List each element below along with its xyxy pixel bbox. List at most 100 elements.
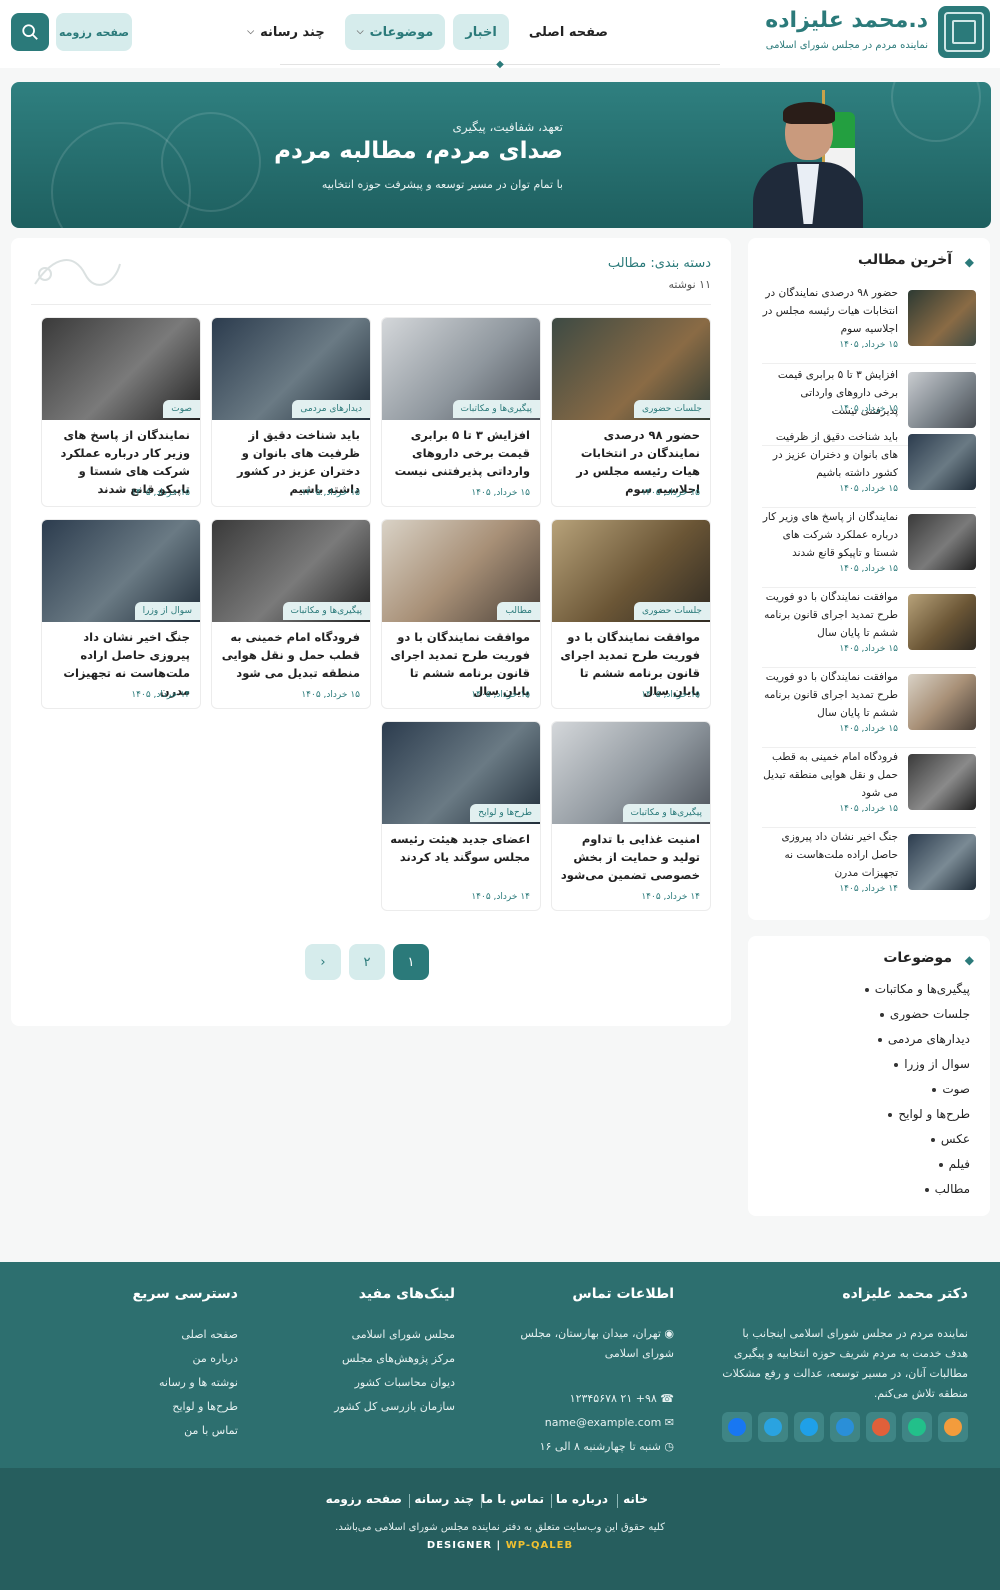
post-category-badge[interactable]: طرح‌ها و لوایح <box>470 804 540 822</box>
post-card[interactable]: سوال از وزرا جنگ اخیر نشان داد پیروزی حا… <box>41 519 201 709</box>
recent-post-thumbnail[interactable] <box>908 594 976 650</box>
recent-post-item[interactable]: فرودگاه امام خمینی به قطب حمل و نقل هوای… <box>762 748 976 828</box>
recent-post-thumbnail[interactable] <box>908 372 976 428</box>
footer-useful-link[interactable]: مرکز پژوهش‌های مجلس <box>342 1352 455 1365</box>
recent-post-title[interactable]: فرودگاه امام خمینی به قطب حمل و نقل هوای… <box>762 748 898 802</box>
footer-useful-link[interactable]: دیوان محاسبات کشور <box>355 1376 455 1389</box>
post-category-badge[interactable]: جلسات حضوری <box>633 400 710 418</box>
footer-phone[interactable]: ☎ ۹۸+ ۲۱ ۱۲۳۴۵۶۷۸ <box>570 1392 674 1405</box>
site-subtitle: نماینده مردم در مجلس شورای اسلامی <box>765 40 928 51</box>
recent-post-item[interactable]: نمایندگان از پاسخ های وزیر کار درباره عم… <box>762 508 976 588</box>
soroush-icon <box>836 1418 854 1436</box>
topic-link[interactable]: دیدارهای مردمی <box>878 1032 970 1046</box>
topic-link[interactable]: سوال از وزرا <box>894 1057 970 1071</box>
recent-post-thumbnail[interactable] <box>908 674 976 730</box>
post-category-badge[interactable]: سوال از وزرا <box>134 602 200 620</box>
floral-ornament-icon <box>34 259 121 286</box>
eitaa-icon <box>944 1418 962 1436</box>
post-category-badge[interactable]: دیدارهای مردمی <box>292 400 370 418</box>
footer-quick-link[interactable]: درباره من <box>193 1352 238 1365</box>
recent-post-item[interactable]: باید شناخت دقیق از ظرفیت های بانوان و دخ… <box>762 428 976 508</box>
social-telegram-button[interactable] <box>758 1412 788 1442</box>
social-igap-button[interactable] <box>794 1412 824 1442</box>
bottom-link-about[interactable]: درباره ما <box>556 1492 608 1506</box>
footer-quick-link[interactable]: نوشته ها و رسانه <box>159 1376 238 1389</box>
recent-post-thumbnail[interactable] <box>908 834 976 890</box>
diamond-ornament-icon: ◆ <box>964 953 974 967</box>
footer-about-title: دکتر محمد علیزاده <box>842 1286 968 1302</box>
bottom-link-resume[interactable]: صفحه رزومه <box>326 1492 402 1506</box>
topic-link[interactable]: طرح‌ها و لوایح <box>888 1107 970 1121</box>
footer-email[interactable]: ✉ name@example.com <box>545 1416 674 1429</box>
footer-useful-title: لینک‌های مفید <box>358 1286 455 1302</box>
footer-useful-link[interactable]: مجلس شورای اسلامی <box>352 1328 455 1341</box>
post-title[interactable]: امنیت غذایی با تداوم تولید و حمایت از بخ… <box>558 830 700 884</box>
post-card[interactable]: مطالب موافقت نمایندگان با دو فوریت طرح ت… <box>381 519 541 709</box>
bottom-link-contact[interactable]: تماس با ما <box>481 1492 544 1506</box>
resume-button[interactable]: صفحه رزومه <box>56 13 132 51</box>
search-button[interactable] <box>11 13 49 51</box>
designer-credit[interactable]: DESIGNER | WP-QALEB <box>0 1540 1000 1551</box>
recent-post-title[interactable]: جنگ اخیر نشان داد پیروزی حاصل اراده ملت‌… <box>762 828 899 882</box>
recent-post-thumbnail[interactable] <box>908 290 976 346</box>
post-title[interactable]: افزایش ۳ تا ۵ برابری قیمت برخی داروهای و… <box>388 426 530 480</box>
post-category-badge[interactable]: جلسات حضوری <box>633 602 710 620</box>
post-category-badge[interactable]: پیگیری‌ها و مکاتبات <box>282 602 370 620</box>
social-soroush-button[interactable] <box>830 1412 860 1442</box>
social-facebook-button[interactable] <box>722 1412 752 1442</box>
post-card[interactable]: طرح‌ها و لوایح اعضای جدید هیئت رئیسه مجل… <box>381 721 541 911</box>
post-card[interactable]: دیدارهای مردمی باید شناخت دقیق از ظرفیت … <box>211 317 371 507</box>
topic-link[interactable]: مطالب <box>925 1182 970 1196</box>
recent-post-item[interactable]: حضور ۹۸ درصدی نمایندگان در انتخابات هیات… <box>762 284 976 364</box>
nav-multimedia-label: چند رسانه <box>260 24 325 40</box>
post-card[interactable]: پیگیری‌ها و مکاتبات فرودگاه امام خمینی ب… <box>211 519 371 709</box>
recent-post-title[interactable]: موافقت نمایندگان با دو فوریت طرح تمدید ا… <box>762 588 898 642</box>
pagination-page-1[interactable]: ۱ <box>393 944 429 980</box>
post-card[interactable]: جلسات حضوری موافقت نمایندگان با دو فوریت… <box>551 519 711 709</box>
topic-link[interactable]: فیلم <box>939 1157 970 1171</box>
post-title[interactable]: فرودگاه امام خمینی به قطب حمل و نقل هوای… <box>218 628 360 682</box>
footer-quick-link[interactable]: صفحه اصلی <box>181 1328 238 1341</box>
recent-post-item[interactable]: موافقت نمایندگان با دو فوریت طرح تمدید ا… <box>762 588 976 668</box>
footer-quick-link[interactable]: طرح‌ها و لوایح <box>172 1400 238 1413</box>
recent-post-item[interactable]: جنگ اخیر نشان داد پیروزی حاصل اراده ملت‌… <box>762 828 976 908</box>
footer-useful-link[interactable]: سازمان بازرسی کل کشور <box>334 1400 455 1413</box>
footer-quick-link[interactable]: تماس با من <box>184 1424 238 1437</box>
topic-link[interactable]: جلسات حضوری <box>880 1007 970 1021</box>
recent-post-title[interactable]: نمایندگان از پاسخ های وزیر کار درباره عم… <box>762 508 898 562</box>
recent-post-thumbnail[interactable] <box>908 754 976 810</box>
social-bale-button[interactable] <box>902 1412 932 1442</box>
recent-post-title[interactable]: حضور ۹۸ درصدی نمایندگان در انتخابات هیات… <box>762 284 898 338</box>
post-category-badge[interactable]: پیگیری‌ها و مکاتبات <box>452 400 540 418</box>
social-rubika-button[interactable] <box>866 1412 896 1442</box>
nav-multimedia[interactable]: چند رسانه ⌵ <box>235 14 336 50</box>
site-logo[interactable] <box>938 6 990 58</box>
pagination-page-2[interactable]: ۲ <box>349 944 385 980</box>
nav-home[interactable]: صفحه اصلی <box>517 14 620 50</box>
topic-link[interactable]: صوت <box>932 1082 970 1096</box>
post-card[interactable]: جلسات حضوری حضور ۹۸ درصدی نمایندگان در ا… <box>551 317 711 507</box>
bottom-link-multimedia[interactable]: چند رسانه <box>414 1492 474 1506</box>
topic-link[interactable]: پیگیری‌ها و مکاتبات <box>865 982 970 996</box>
nav-news[interactable]: اخبار <box>453 14 509 50</box>
site-title[interactable]: د.محمد علیزاده <box>765 8 928 33</box>
post-category-badge[interactable]: پیگیری‌ها و مکاتبات <box>622 804 710 822</box>
post-category-badge[interactable]: مطالب <box>497 602 540 620</box>
post-category-badge[interactable]: صوت <box>163 400 200 418</box>
category-divider <box>31 304 711 305</box>
bottom-link-home[interactable]: خانه <box>623 1492 648 1506</box>
post-card[interactable]: پیگیری‌ها و مکاتبات امنیت غذایی با تداوم… <box>551 721 711 911</box>
social-eitaa-button[interactable] <box>938 1412 968 1442</box>
pagination-next-button[interactable]: › <box>305 944 341 980</box>
recent-post-thumbnail[interactable] <box>908 434 976 490</box>
recent-post-title[interactable]: باید شناخت دقیق از ظرفیت های بانوان و دخ… <box>762 428 898 482</box>
recent-post-item[interactable]: موافقت نمایندگان با دو فوریت طرح تمدید ا… <box>762 668 976 748</box>
topic-link[interactable]: عکس <box>931 1132 970 1146</box>
recent-post-thumbnail[interactable] <box>908 514 976 570</box>
post-title[interactable]: اعضای جدید هیئت رئیسه مجلس سوگند یاد کرد… <box>388 830 530 866</box>
post-card[interactable]: صوت نمایندگان از پاسخ های وزیر کار دربار… <box>41 317 201 507</box>
nav-topics[interactable]: موضوعات ⌵ <box>344 14 446 50</box>
recent-post-title[interactable]: موافقت نمایندگان با دو فوریت طرح تمدید ا… <box>762 668 898 722</box>
chevron-down-icon: ⌵ <box>247 27 255 37</box>
post-card[interactable]: پیگیری‌ها و مکاتبات افزایش ۳ تا ۵ برابری… <box>381 317 541 507</box>
